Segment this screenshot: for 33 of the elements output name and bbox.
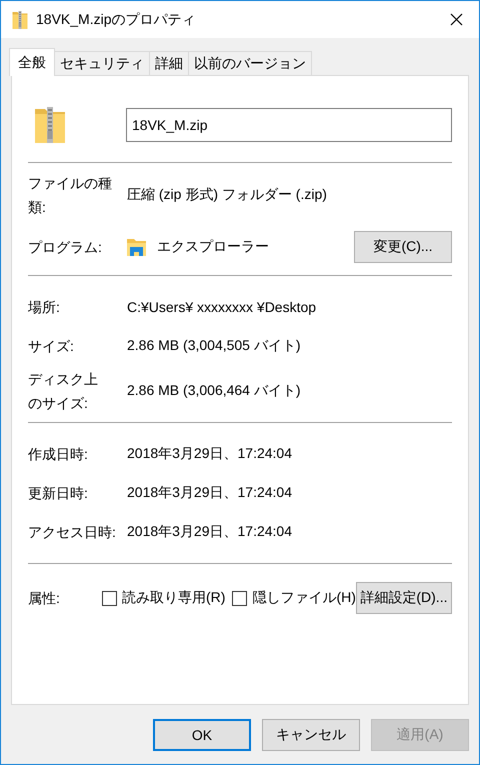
zip-folder-icon [34, 105, 66, 145]
field-value: 2018年3月29日、17:24:04 [127, 484, 292, 502]
dialog-button[interactable]: キャンセル [262, 719, 360, 751]
action-button[interactable]: 詳細設定(D)... [356, 582, 452, 614]
tab[interactable]: 以前のバージョン [188, 51, 312, 75]
field-label: サイズ: [28, 337, 75, 356]
zip-folder-icon [12, 10, 28, 30]
close-icon[interactable] [450, 13, 462, 26]
folder-icon [127, 238, 146, 256]
checkbox[interactable] [232, 590, 248, 606]
field-value: 2018年3月29日、17:24:04 [127, 523, 292, 541]
tab[interactable]: 全般 [9, 48, 55, 76]
dialog-button[interactable]: OK [153, 719, 251, 751]
checkbox-label[interactable]: 隠しファイル(H) [252, 589, 356, 607]
field-value: 圧縮 (zip 形式) フォルダー (.zip) [127, 186, 327, 204]
program-name: エクスプローラー [157, 238, 269, 256]
file-name-field[interactable]: 18VK_M.zip [126, 108, 452, 142]
field-value: C:¥Users¥ xxxxxxxx ¥Desktop [127, 299, 316, 315]
window-title: 18VK_M.zipのプロパティ [36, 10, 196, 28]
field-label: ディスク上のサイズ: [28, 370, 99, 413]
field-value: 2.86 MB (3,004,505 バイト) [127, 337, 301, 355]
field-label: アクセス日時: [28, 523, 117, 542]
checkbox[interactable] [102, 590, 117, 606]
checkbox-label[interactable]: 読み取り専用(R) [122, 589, 226, 607]
field-label: プログラム: [28, 238, 103, 257]
field-label: 属性: [28, 589, 61, 608]
field-label: ファイルの種類: [28, 174, 113, 217]
field-value: 2.86 MB (3,006,464 バイト) [127, 382, 301, 400]
field-label: 更新日時: [28, 484, 89, 503]
field-value: 2018年3月29日、17:24:04 [127, 445, 292, 463]
field-label: 作成日時: [28, 445, 89, 464]
action-button[interactable]: 変更(C)... [354, 231, 452, 263]
field-label: 場所: [28, 298, 61, 317]
